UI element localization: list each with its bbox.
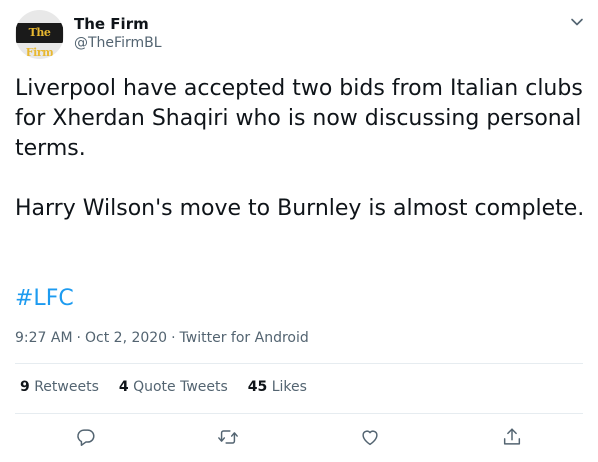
user-handle[interactable]: @TheFirmBL	[74, 34, 162, 52]
share-icon[interactable]	[501, 426, 523, 448]
retweet-icon[interactable]	[217, 426, 239, 448]
likes-count: 45	[247, 379, 268, 395]
reply-icon[interactable]	[75, 426, 97, 448]
tweet-card: The Firm The Firm @TheFirmBL Liverpool h…	[0, 0, 598, 462]
action-bar	[0, 426, 598, 450]
meta-separator: ·	[171, 330, 176, 346]
tweet-date[interactable]: Oct 2, 2020	[85, 330, 167, 346]
hashtag-link[interactable]: #LFC	[15, 284, 74, 314]
tweet-meta: 9:27 AM · Oct 2, 2020 · Twitter for Android	[15, 328, 309, 348]
tweet-source[interactable]: Twitter for Android	[180, 330, 309, 346]
avatar-logo: The Firm	[16, 23, 63, 59]
heart-icon[interactable]	[359, 426, 381, 448]
tweet-time[interactable]: 9:27 AM	[15, 330, 73, 346]
display-name[interactable]: The Firm	[74, 14, 149, 34]
meta-separator: ·	[76, 330, 81, 346]
tweet-header: The Firm The Firm @TheFirmBL	[15, 10, 585, 60]
divider	[15, 363, 583, 364]
quote-tweets-label: Quote Tweets	[133, 379, 228, 395]
tweet-stats: 9 Retweets 4 Quote Tweets 45 Likes	[20, 377, 327, 397]
retweets-count: 9	[20, 379, 30, 395]
tweet-text: Liverpool have accepted two bids from It…	[15, 76, 585, 221]
quote-tweets-count: 4	[118, 379, 129, 395]
divider	[15, 413, 583, 414]
likes-label: Likes	[271, 379, 307, 395]
retweets-stat[interactable]: 9 Retweets	[20, 377, 99, 397]
likes-stat[interactable]: 45 Likes	[248, 377, 307, 397]
quote-tweets-stat[interactable]: 4 Quote Tweets	[119, 377, 228, 397]
chevron-down-icon[interactable]	[569, 14, 585, 30]
retweets-label: Retweets	[34, 379, 99, 395]
avatar[interactable]: The Firm	[15, 10, 64, 59]
